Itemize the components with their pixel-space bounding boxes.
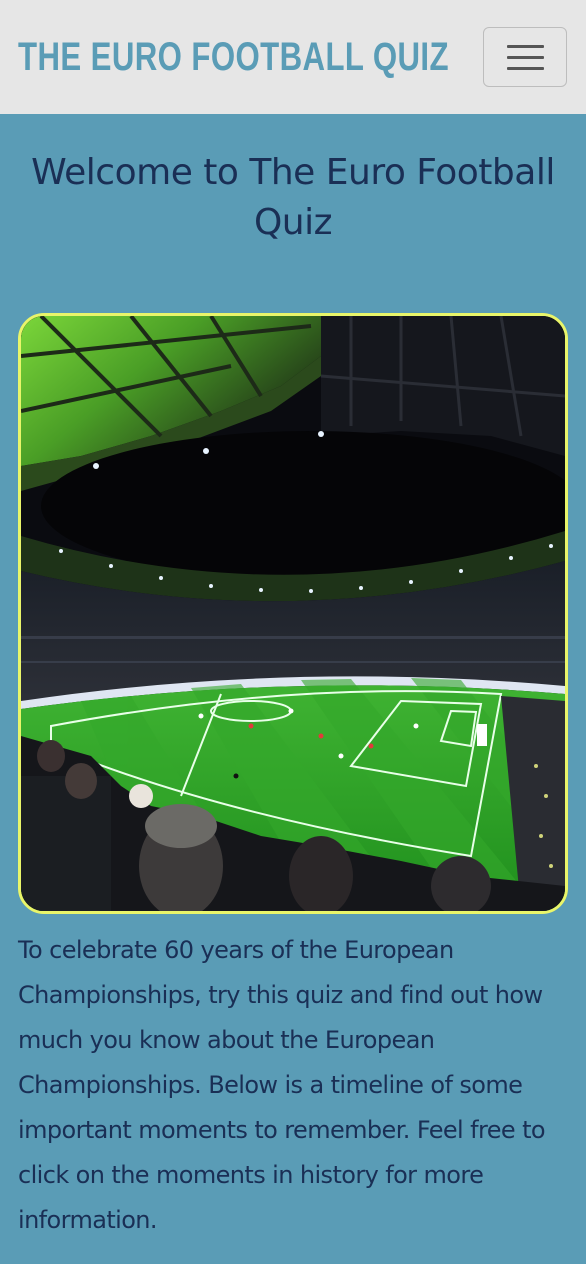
intro-text: To celebrate 60 years of the European Ch… (18, 936, 546, 1234)
page-title: Welcome to The Euro Football Quiz (31, 152, 555, 243)
hamburger-menu-icon (507, 45, 544, 48)
stadium-image (18, 313, 568, 914)
navbar: THE EURO FOOTBALL QUIZ (0, 0, 586, 114)
brand-title[interactable]: THE EURO FOOTBALL QUIZ (18, 30, 449, 84)
football-stadium-illustration (21, 316, 565, 911)
menu-toggle-button[interactable] (483, 27, 567, 87)
